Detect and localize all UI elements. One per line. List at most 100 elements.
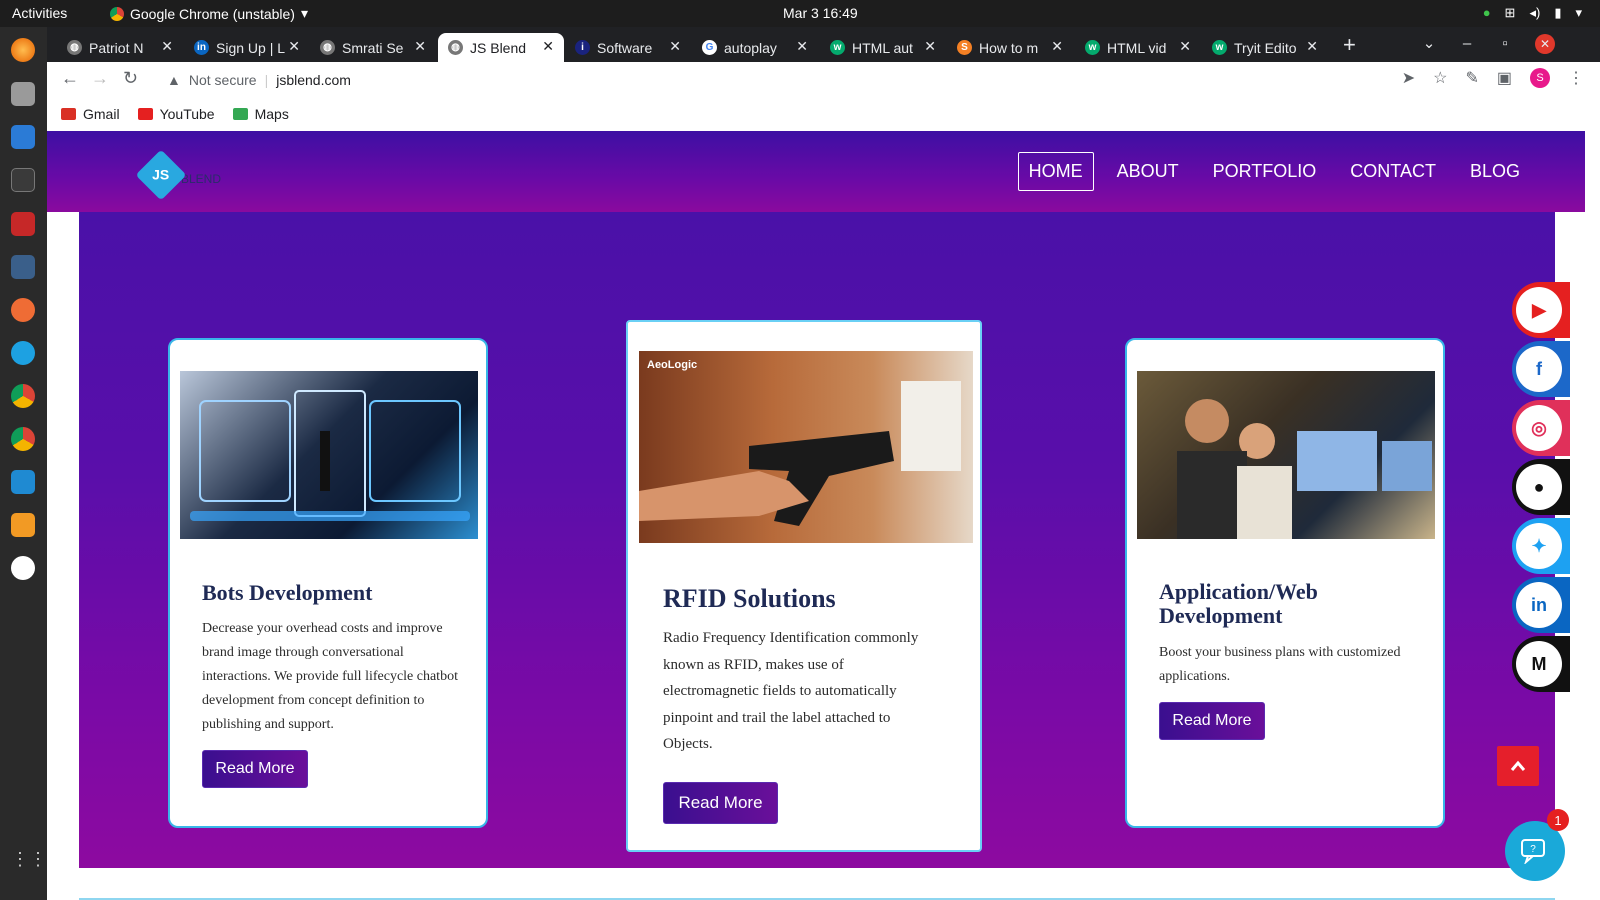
read-more-button[interactable]: Read More [663,782,778,824]
web-dev-image [1137,371,1435,539]
battery-icon: ▮ [1554,5,1562,20]
bookmark-label: YouTube [159,105,215,122]
twitter-icon: ✦ [1516,523,1562,569]
globe-icon: ◍ [67,40,82,55]
rfid-scanner-illustration [639,381,961,526]
filezilla-icon[interactable] [11,212,35,236]
close-icon[interactable]: ✕ [288,38,300,55]
instagram-icon: ◎ [1516,405,1562,451]
tab-6[interactable]: Gautoplay ✕ [692,33,818,62]
read-more-button[interactable]: Read More [202,750,308,788]
social-twitter-link[interactable]: ✦ [1512,518,1570,574]
os-top-bar: Activities Google Chrome (unstable) ▾ Ma… [0,0,1600,27]
tab-7[interactable]: w HTML aut ✕ [820,33,946,62]
card-title: Application/Web Development [1159,579,1318,628]
tab-5[interactable]: i Software ✕ [565,33,691,62]
app-grid-icon[interactable]: ⋮⋮ [11,849,47,873]
card-title: Bots Development [202,580,373,605]
chat-notification-badge: 1 [1547,809,1569,831]
nav-about[interactable]: ABOUT [1106,152,1190,191]
forward-icon[interactable]: → [91,68,109,89]
bookmark-gmail[interactable]: Gmail [61,106,120,122]
bookmark-maps[interactable]: Maps [232,106,289,122]
chrome-icon[interactable] [11,427,35,451]
social-instagram-link[interactable]: ◎ [1512,400,1570,456]
close-icon[interactable]: ✕ [161,38,173,55]
tab-title: Software [597,39,653,56]
firefox-icon[interactable] [11,38,35,62]
close-icon[interactable]: ✕ [1051,38,1063,55]
close-icon[interactable]: ✕ [1306,38,1318,55]
chevron-down-icon: ▾ [1575,5,1582,20]
tab-3[interactable]: ◍ Smrati Se ✕ [310,33,436,62]
activities-button[interactable]: Activities [12,5,67,21]
files-icon[interactable] [11,82,35,106]
app-menu[interactable]: Google Chrome (unstable) ▾ [110,5,308,22]
reload-icon[interactable]: ↻ [123,68,138,89]
maps-icon [232,107,248,120]
maximize-icon[interactable]: ▫ [1495,34,1515,54]
profile-avatar[interactable]: S [1530,68,1550,88]
tab-10[interactable]: w Tryit Edito ✕ [1202,33,1328,62]
sublime-icon[interactable] [11,513,35,537]
close-icon[interactable]: ✕ [1179,38,1191,55]
tab-9[interactable]: w HTML vid ✕ [1075,33,1201,62]
services-section: Bots Development Decrease your overhead … [79,212,1555,868]
youtube-icon [137,107,153,120]
address-bar-row: ← → ↻ ▲ Not secure | jsblend.com ➤ ☆ ✎ ▣… [47,62,1600,96]
window-close-icon[interactable]: ✕ [1535,34,1555,54]
bots-illustration [190,390,470,521]
database-icon[interactable] [11,255,35,279]
tab-8[interactable]: S How to m ✕ [947,33,1073,62]
docs-icon[interactable] [11,125,35,149]
bookmark-star-icon[interactable]: ☆ [1433,68,1447,88]
site-logo[interactable]: JS BLEND [135,149,221,201]
side-panel-icon[interactable]: ▣ [1497,68,1512,88]
service-card-web: Application/Web Development Boost your b… [1125,338,1445,828]
close-icon[interactable]: ✕ [924,38,936,55]
tab-1[interactable]: ◍ Patriot N ✕ [57,33,183,62]
close-icon[interactable]: ✕ [414,38,426,55]
inkscape-icon[interactable] [11,556,35,580]
close-icon[interactable]: ✕ [669,38,681,55]
new-tab-button[interactable]: + [1343,32,1356,58]
minimize-icon[interactable]: – [1457,34,1477,54]
social-medium-link[interactable]: M [1512,636,1570,692]
scroll-to-top-button[interactable] [1497,746,1539,786]
w3schools-icon: w [1085,40,1100,55]
menu-icon[interactable]: ⋮ [1568,68,1584,88]
nav-home[interactable]: HOME [1017,152,1094,191]
service-card-bots: Bots Development Decrease your overhead … [168,338,488,828]
tab-search-icon[interactable]: ⌄ [1419,34,1439,54]
bookmark-youtube[interactable]: YouTube [137,105,215,122]
vscode-icon[interactable] [11,470,35,494]
tab-4[interactable]: ◍ JS Blend ✕ [438,33,564,62]
nav-blog[interactable]: BLOG [1459,152,1531,191]
update-icon: ● [1482,5,1491,20]
close-icon[interactable]: ✕ [542,38,554,55]
omnibox[interactable]: ▲ Not secure | jsblend.com [163,66,1396,93]
nav-contact[interactable]: CONTACT [1339,152,1447,191]
tab-2[interactable]: in Sign Up | L ✕ [184,33,310,62]
dock: ⋮⋮ [0,27,47,900]
nav-portfolio[interactable]: PORTFOLIO [1202,152,1328,191]
social-youtube-link[interactable]: ▶ [1512,282,1570,338]
social-linkedin-link[interactable]: in [1512,577,1570,633]
send-icon[interactable]: ➤ [1402,68,1415,88]
chrome-dev-icon[interactable] [11,384,35,408]
system-tray[interactable]: ● ⊞ ◂) ▮ ▾ [1483,5,1582,21]
back-icon[interactable]: ← [61,68,79,89]
skype-icon[interactable] [11,341,35,365]
social-github-link[interactable]: ● [1512,459,1570,515]
close-icon[interactable]: ✕ [796,38,808,55]
browser-chrome: ◍ Patriot N ✕ in Sign Up | L ✕ ◍ Smrati Se ✕ ◍ JS … [47,27,1600,131]
social-facebook-link[interactable]: f [1512,341,1570,397]
tab-title: HTML vid [1107,39,1167,56]
postman-icon[interactable] [11,298,35,322]
w3schools-icon: w [830,40,845,55]
extension-icon[interactable]: ✎ [1465,68,1478,88]
terminal-icon[interactable] [11,168,35,192]
bookmark-label: Gmail [83,105,120,122]
read-more-button[interactable]: Read More [1159,702,1265,740]
clock[interactable]: Mar 3 16:49 [783,5,858,21]
